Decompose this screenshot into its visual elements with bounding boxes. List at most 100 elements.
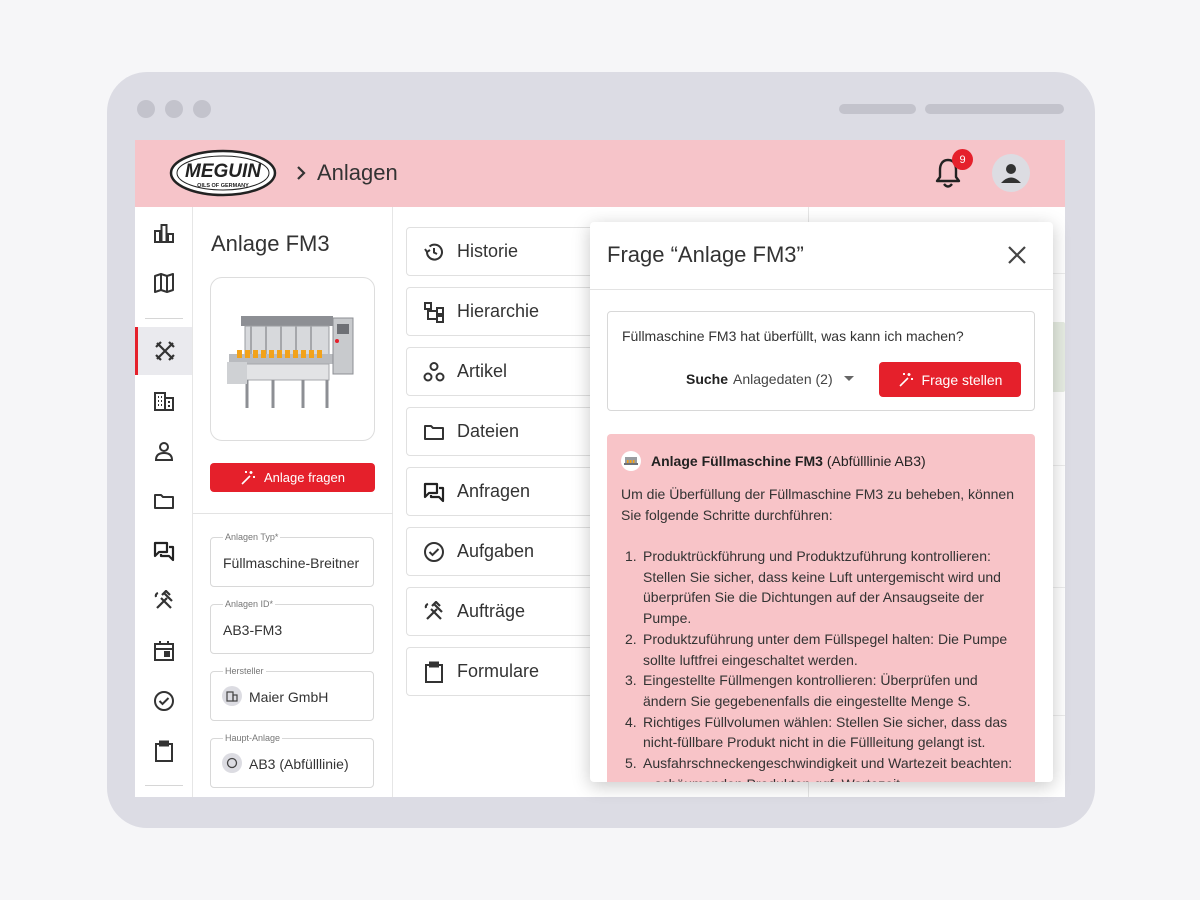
ask-asset-label: Anlage fragen [264,470,345,485]
menu-label: Historie [457,241,519,261]
meguin-logo[interactable]: MEGUIN OILS OF GERMANY [169,149,277,197]
field-label: Anlagen ID* [223,599,276,609]
menu-hierarchie[interactable]: Hierarchie [406,287,606,336]
map-icon [153,273,174,293]
menu-label: Artikel [457,361,508,381]
field-label: Haupt-Anlage [223,733,283,743]
field-value: AB3-FM3 [223,622,283,638]
menu-historie[interactable]: Historie [406,227,606,276]
menu-auftraege[interactable]: Aufträge [406,587,606,636]
nav-anlagen[interactable] [135,327,192,375]
list-item: 2. Produktzuführung unter dem Füllspegel … [625,630,1008,668]
close-icon[interactable] [1006,244,1028,266]
field-label: Anlagen Typ* [223,532,281,542]
history-icon [424,243,443,261]
parent-asset-field[interactable]: Haupt-Anlage AB3 (Abfülllinie) [210,733,374,788]
svg-text:MEGUIN: MEGUIN [185,161,262,182]
answer-card: Anlage Füllmaschine FM3 (Abfülllinie AB3… [607,434,1035,782]
building-icon [222,686,242,706]
menu-formulare[interactable]: Formulare [406,647,606,696]
dialog-title: Frage “Anlage FM3” [607,242,804,267]
filling-machine-illustration [227,316,354,408]
divider [590,289,1053,290]
menu-label: Hierarchie [457,301,540,321]
circle-icon [222,753,242,773]
list-item: 5. Ausfahrschneckengeschwindigkeit und Wa… [625,755,1013,782]
menu-anfragen[interactable]: Anfragen [406,467,606,516]
nav-forms[interactable] [135,727,192,775]
asset-type-field[interactable]: Anlagen Typ* Füllmaschine-Breitner [210,532,374,587]
field-value: Maier GmbH [249,689,329,705]
menu-label: Formulare [457,661,540,681]
avatar[interactable] [992,154,1030,192]
svg-text:OILS OF GERMANY: OILS OF GERMANY [197,183,249,189]
folder-icon [153,494,174,509]
list-item: 3. Eingestellte Füllmengen kontrollieren:… [625,672,978,709]
machine-image[interactable] [210,277,375,441]
caret-down-icon[interactable] [844,376,854,381]
clipboard-icon [154,740,173,762]
manufacturer-field[interactable]: Hersteller Maier GmbH [210,666,374,721]
frame-bar [925,104,1064,114]
question-text[interactable]: Füllmaschine FM3 hat überfüllt, was kann… [622,328,964,344]
tools-cross-icon [155,341,175,361]
answer-steps: 1. Produktrückführung und Produktzuführun… [621,546,1025,782]
nav-tasks[interactable] [135,677,192,725]
question-input[interactable]: Füllmaschine FM3 hat überfüllt, was kann… [607,311,1035,411]
submit-question-label: Frage stellen [921,371,1003,388]
notification-badge: 9 [952,149,973,170]
user-icon [1001,164,1021,183]
list-item: 1. Produktrückführung und Produktzuführun… [625,548,1001,627]
check-circle-icon [424,541,444,562]
search-source-select[interactable]: Anlagedaten (2) [733,371,833,387]
person-icon [154,442,173,461]
sidebar-nav [135,207,193,797]
answer-intro: Um die Überfüllung der Füllmaschine FM3 … [621,486,1014,523]
menu-aufgaben[interactable]: Aufgaben [406,527,606,576]
check-circle-icon [153,691,174,711]
answer-source: Anlage Füllmaschine FM3 (Abfülllinie AB3… [651,453,926,469]
menu-label: Anfragen [457,481,531,501]
window-dots [137,100,211,118]
machine-thumbnail [621,451,641,471]
breadcrumb[interactable]: Anlagen [317,160,398,186]
asset-title: Anlage FM3 [211,231,330,256]
folder-icon [424,424,444,440]
hierarchy-icon [424,301,444,323]
frame-bar [839,104,916,114]
answer-source-context: (Abfülllinie AB3) [822,453,926,469]
menu-artikel[interactable]: Artikel [406,347,606,396]
nav-calendar[interactable] [135,627,192,675]
nav-divider [145,318,183,319]
building-icon [153,392,174,411]
articles-icon [423,361,445,381]
chat-icon [153,541,174,562]
search-label: Suche [686,371,729,387]
nav-files[interactable] [135,477,192,525]
hammer-wrench-icon [154,590,173,609]
clipboard-icon [425,661,443,683]
asset-id-field[interactable]: Anlagen ID* AB3-FM3 [210,599,374,654]
ask-asset-button[interactable]: Anlage fragen [210,463,375,492]
divider [193,513,393,514]
chat-icon [423,482,445,502]
nav-map[interactable] [135,259,192,307]
ask-question-dialog: Frage “Anlage FM3” Füllmaschine FM3 hat … [590,222,1053,782]
menu-dateien[interactable]: Dateien [406,407,606,456]
nav-divider [145,785,183,786]
field-value: AB3 (Abfülllinie) [249,756,349,772]
hammer-wrench-icon [424,600,443,620]
nav-orders[interactable] [135,577,192,625]
nav-buildings[interactable] [135,377,192,425]
nav-users[interactable] [135,427,192,475]
calendar-icon [153,641,174,661]
menu-label: Aufgaben [457,541,535,561]
asset-detail-panel: Anlage FM3 Anlage fragen Anlagen Typ* Fü… [193,207,393,797]
submit-question-button[interactable]: Frage stellen [879,362,1021,397]
nav-requests[interactable] [135,527,192,575]
magic-wand-icon [898,372,913,387]
field-label: Hersteller [223,666,266,676]
menu-label: Aufträge [457,601,526,621]
magic-wand-icon [241,470,256,485]
nav-dashboard[interactable] [135,209,192,257]
